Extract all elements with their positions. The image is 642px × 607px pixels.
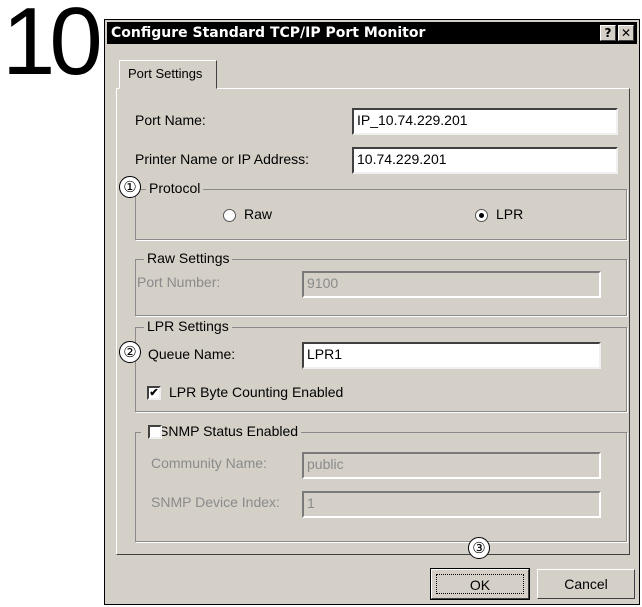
printer-address-input[interactable]: 10.74.229.201 [352, 147, 618, 174]
radio-raw[interactable] [223, 209, 236, 222]
step-number: 10 [2, 0, 103, 95]
raw-settings-group: Raw Settings Port Number: 9100 [135, 250, 627, 316]
lpr-settings-group: LPR Settings Queue Name: LPR1 ✔ LPR Byte… [135, 318, 627, 412]
protocol-group: Protocol Raw LPR [135, 180, 627, 240]
community-name-label: Community Name: [151, 455, 267, 471]
close-button[interactable]: ✕ [618, 25, 634, 41]
dialog-title: Configure Standard TCP/IP Port Monitor [111, 25, 426, 41]
protocol-group-title: Protocol [146, 180, 204, 196]
queue-name-input[interactable]: LPR1 [302, 342, 601, 369]
step-marker-3: ③ [468, 537, 490, 559]
snmp-group: SNMP Status Enabled Community Name: publ… [135, 423, 627, 542]
ok-button[interactable]: OK [430, 568, 530, 600]
port-number-input[interactable]: 9100 [302, 271, 601, 298]
snmp-device-index-label: SNMP Device Index: [151, 494, 280, 510]
raw-settings-title: Raw Settings [144, 250, 233, 266]
snmp-device-index-input[interactable]: 1 [302, 491, 601, 518]
radio-raw-label: Raw [244, 206, 273, 222]
title-bar[interactable]: Configure Standard TCP/IP Port Monitor ?… [107, 22, 637, 44]
lpr-byte-counting-label: LPR Byte Counting Enabled [169, 384, 344, 400]
radio-lpr-label: LPR [496, 206, 524, 222]
lpr-byte-counting-checkbox[interactable]: ✔ [147, 386, 161, 400]
lpr-settings-title: LPR Settings [144, 318, 232, 334]
port-monitor-dialog: Configure Standard TCP/IP Port Monitor ?… [104, 19, 640, 605]
printer-address-label: Printer Name or IP Address: [135, 151, 310, 167]
ok-button-label: OK [436, 574, 524, 594]
tab-port-settings-label: Port Settings [128, 66, 203, 81]
tab-port-settings[interactable]: Port Settings [119, 60, 217, 89]
snmp-title: SNMP Status Enabled [141, 423, 302, 439]
queue-name-label: Queue Name: [148, 346, 236, 362]
port-name-input[interactable]: IP_10.74.229.201 [352, 108, 618, 135]
snmp-status-checkbox[interactable] [148, 425, 162, 439]
community-name-input[interactable]: public [302, 452, 601, 479]
help-button[interactable]: ? [600, 25, 616, 41]
port-number-label: Port Number: [137, 274, 221, 290]
step-marker-2: ② [119, 341, 141, 363]
step-marker-1: ① [119, 176, 141, 198]
cancel-button[interactable]: Cancel [537, 569, 635, 599]
port-name-label: Port Name: [135, 112, 206, 128]
radio-lpr[interactable] [475, 209, 488, 222]
